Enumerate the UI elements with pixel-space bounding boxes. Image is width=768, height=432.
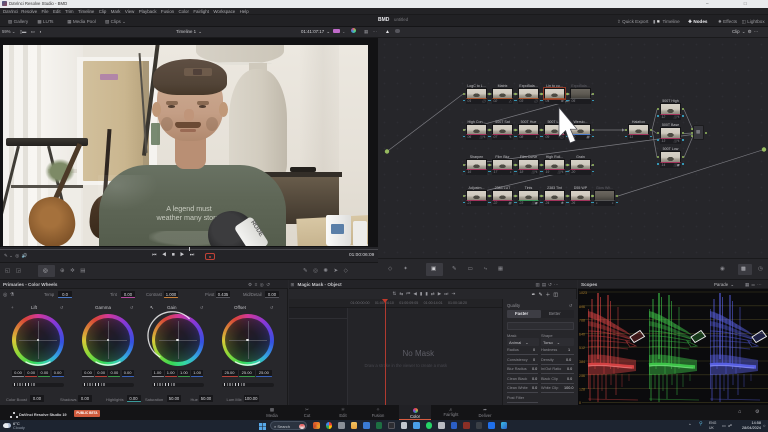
svg-text:384: 384: [579, 360, 585, 364]
svg-text:256: 256: [579, 374, 585, 378]
svg-text:768: 768: [579, 319, 585, 323]
svg-text:128: 128: [579, 388, 585, 392]
svg-text:640: 640: [579, 332, 585, 336]
svg-text:512: 512: [579, 346, 585, 350]
svg-text:896: 896: [579, 305, 585, 309]
svg-text:1023: 1023: [579, 291, 587, 295]
